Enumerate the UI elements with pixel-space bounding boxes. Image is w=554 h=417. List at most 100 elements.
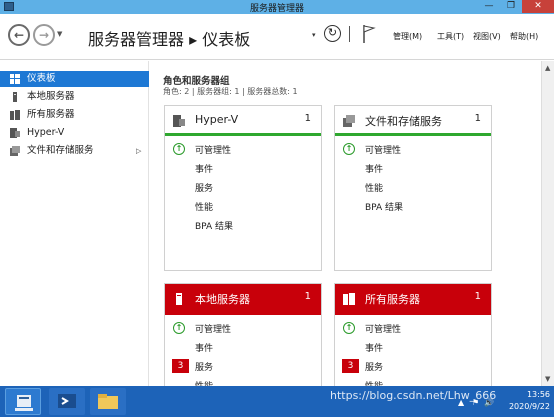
row-label: 性能	[195, 203, 214, 213]
hyperv-icon	[173, 115, 185, 127]
tile-row-manageability[interactable]: ↑ 可管理性	[165, 140, 321, 159]
storage-icon	[10, 146, 20, 156]
section-title: 角色和服务器组	[163, 76, 230, 87]
tile-count: 1	[474, 291, 481, 302]
sidebar-item-all-servers[interactable]: 所有服务器	[0, 107, 149, 123]
clock-time: 13:56	[526, 390, 550, 399]
taskbar-server-manager-button[interactable]	[5, 388, 41, 415]
sidebar-item-label: 所有服务器	[27, 109, 75, 120]
tile-row-services[interactable]: 3 服务	[335, 357, 491, 376]
tile-title: 本地服务器	[195, 293, 250, 306]
watermark-text: https://blog.csdn.net/Lhw_666	[330, 389, 497, 402]
sidebar-item-dashboard[interactable]: 仪表板	[0, 71, 149, 87]
refresh-dropdown[interactable]: ▾	[312, 31, 316, 39]
tile-header[interactable]: 本地服务器 1	[165, 284, 321, 315]
tile-row-events[interactable]: 事件	[335, 338, 491, 357]
taskbar-powershell-button[interactable]	[49, 388, 85, 415]
row-label: BPA 结果	[195, 222, 234, 232]
scroll-up-icon[interactable]: ▲	[545, 64, 550, 72]
tile-count: 1	[304, 291, 311, 302]
tile-header[interactable]: 文件和存储服务 1	[335, 106, 491, 136]
tile-row-bpa[interactable]: BPA 结果	[335, 197, 491, 216]
row-label: 服务	[195, 184, 214, 194]
alert-count-badge: 3	[342, 359, 359, 373]
dashboard-main: 角色和服务器组 角色: 2 | 服务器组: 1 | 服务器总数: 1 Hyper…	[150, 61, 554, 386]
row-label: 可管理性	[195, 325, 232, 335]
server-icon	[13, 92, 17, 102]
nav-history-dropdown[interactable]: ▼	[57, 30, 62, 38]
section-summary: 角色: 2 | 服务器组: 1 | 服务器总数: 1	[163, 87, 298, 96]
tile-local-server[interactable]: 本地服务器 1 ↑ 可管理性 事件 3 服务 性能	[164, 283, 322, 386]
menu-view[interactable]: 视图(V)	[473, 31, 501, 42]
menu-manage[interactable]: 管理(M)	[393, 31, 422, 42]
servers-icon	[10, 110, 20, 120]
ok-status-icon: ↑	[173, 322, 185, 334]
sidebar-item-label: 仪表板	[27, 73, 56, 84]
tile-count: 1	[474, 113, 481, 124]
row-label: 性能	[195, 379, 213, 386]
row-label: 性能	[365, 184, 384, 194]
row-label: 服务	[365, 363, 384, 373]
dashboard-icon	[10, 74, 20, 84]
vertical-scrollbar[interactable]: ▲ ▼	[541, 61, 554, 386]
tile-row-services[interactable]: 服务	[165, 178, 321, 197]
forward-button[interactable]: →	[33, 24, 55, 46]
close-button[interactable]: ✕	[522, 0, 554, 13]
taskbar-explorer-button[interactable]	[90, 388, 126, 415]
sidebar-item-local-server[interactable]: 本地服务器	[0, 89, 149, 105]
tile-all-servers[interactable]: 所有服务器 1 ↑ 可管理性 事件 3 服务 性能	[334, 283, 492, 386]
sidebar-item-hyperv[interactable]: Hyper-V	[0, 125, 149, 141]
row-label: 性能	[365, 379, 383, 386]
tile-row-bpa[interactable]: BPA 结果	[165, 216, 321, 235]
maximize-button[interactable]: ❐	[500, 0, 522, 13]
sidebar-item-file-storage[interactable]: 文件和存储服务 ▷	[0, 143, 149, 159]
row-label: BPA 结果	[365, 203, 404, 213]
ok-status-icon: ↑	[173, 143, 185, 155]
tile-row-events[interactable]: 事件	[335, 159, 491, 178]
menu-help[interactable]: 帮助(H)	[510, 31, 538, 42]
notification-flag-icon[interactable]	[362, 24, 376, 44]
minimize-button[interactable]: —	[478, 0, 500, 13]
sidebar: 仪表板 本地服务器 所有服务器 Hyper-V 文件和存储服务 ▷	[0, 61, 149, 386]
expand-chevron-icon[interactable]: ▷	[136, 143, 141, 159]
tile-header[interactable]: 所有服务器 1	[335, 284, 491, 315]
tile-row-events[interactable]: 事件	[165, 338, 321, 357]
row-label: 服务	[195, 363, 214, 373]
row-label: 可管理性	[365, 325, 402, 335]
row-label: 可管理性	[365, 146, 402, 156]
tile-title: 所有服务器	[365, 293, 420, 306]
row-label: 事件	[365, 165, 384, 175]
sidebar-item-label: Hyper-V	[27, 127, 65, 138]
header-divider	[349, 26, 350, 42]
server-icon	[176, 293, 182, 305]
tile-row-services[interactable]: 3 服务	[165, 357, 321, 376]
menu-tools[interactable]: 工具(T)	[437, 31, 464, 42]
tile-row-events[interactable]: 事件	[165, 159, 321, 178]
tile-file-storage[interactable]: 文件和存储服务 1 ↑ 可管理性 事件 性能 BPA 结果	[334, 105, 492, 271]
tile-row-performance[interactable]: 性能	[165, 197, 321, 216]
row-label: 事件	[195, 344, 214, 354]
taskbar-clock[interactable]: 13:56 2020/9/22	[498, 389, 550, 413]
tile-title: 文件和存储服务	[365, 115, 442, 128]
scroll-down-icon[interactable]: ▼	[545, 375, 550, 383]
tile-header[interactable]: Hyper-V 1	[165, 106, 321, 136]
folder-icon	[98, 394, 118, 409]
breadcrumb: 服务器管理器 ▸ 仪表板	[88, 30, 251, 49]
window-title: 服务器管理器	[249, 4, 304, 14]
tile-title: Hyper-V	[195, 113, 239, 126]
tile-row-manageability[interactable]: ↑ 可管理性	[335, 140, 491, 159]
alert-count-badge: 3	[172, 359, 189, 373]
tile-row-performance[interactable]: 性能	[165, 376, 321, 386]
tile-row-performance[interactable]: 性能	[335, 178, 491, 197]
tile-count: 1	[304, 113, 311, 124]
row-label: 事件	[365, 344, 384, 354]
ok-status-icon: ↑	[343, 322, 355, 334]
sidebar-item-label: 文件和存储服务	[27, 145, 94, 156]
back-button[interactable]: ←	[8, 24, 30, 46]
tile-hyperv[interactable]: Hyper-V 1 ↑ 可管理性 事件 服务 性能 BPA 结果	[164, 105, 322, 271]
refresh-icon[interactable]: ↻	[324, 25, 341, 42]
tile-row-performance[interactable]: 性能	[335, 376, 491, 386]
app-header: ← → ▼ 服务器管理器 ▸ 仪表板 ▾ ↻ 管理(M) 工具(T) 视图(V)…	[0, 14, 554, 60]
tile-row-manageability[interactable]: ↑ 可管理性	[335, 319, 491, 338]
tile-row-manageability[interactable]: ↑ 可管理性	[165, 319, 321, 338]
